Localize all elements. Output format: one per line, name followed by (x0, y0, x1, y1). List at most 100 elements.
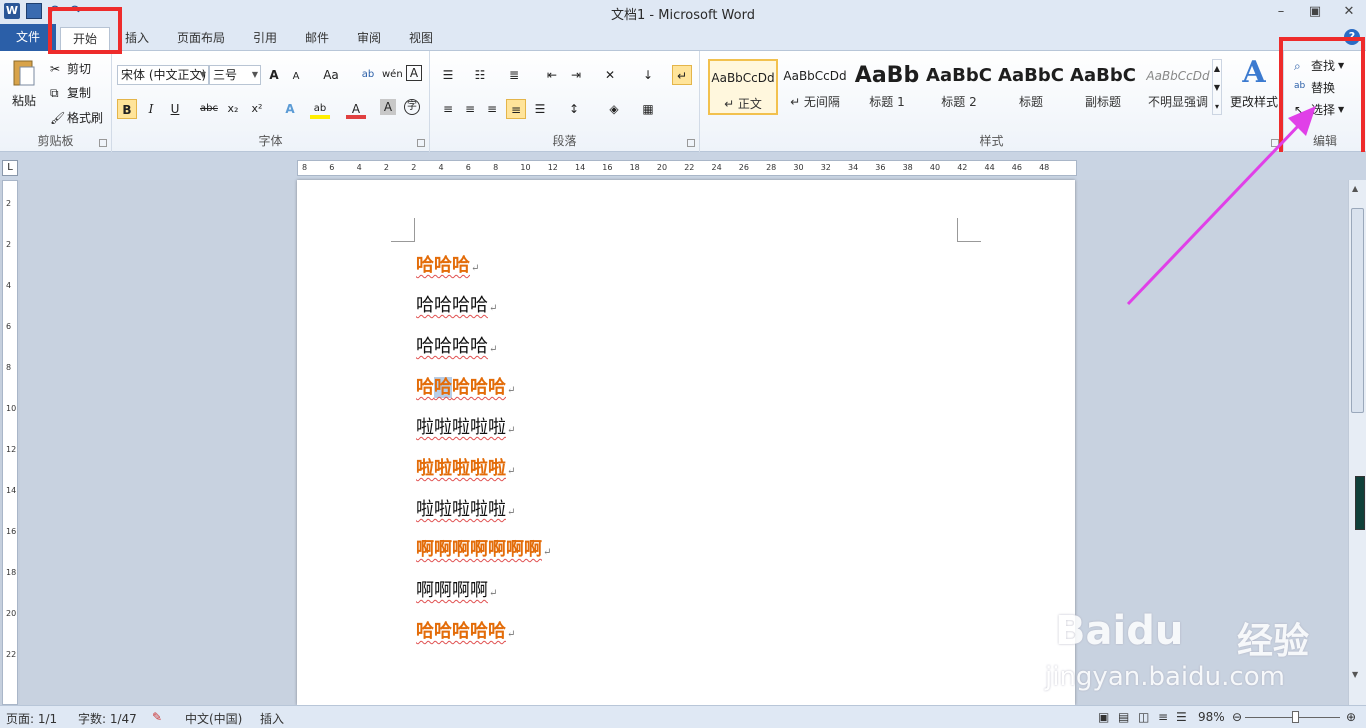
enclose-char-icon[interactable]: 字 (404, 99, 420, 115)
style-heading-2[interactable]: AaBbC 标题 2 (924, 59, 994, 115)
line-spacing-icon[interactable]: ↕ (564, 99, 584, 119)
horizontal-ruler[interactable]: 8 6 4 2 2 4 6 8 10 12 14 16 18 20 22 24 26 28 30 32 34 36 38 40… (297, 160, 1077, 176)
align-left-icon[interactable]: ≡ (438, 99, 458, 119)
char-shading-icon[interactable]: A (380, 99, 396, 115)
doc-line[interactable]: 哈哈哈哈哈↵ (416, 376, 515, 403)
vertical-ruler[interactable]: 2 2 4 6 8 10 12 14 16 18 20 22 (2, 180, 18, 705)
style-sample: AaBbCcDd (783, 69, 847, 83)
zoom-in-icon[interactable]: ⊕ (1346, 710, 1356, 724)
doc-line[interactable]: 啦啦啦啦啦↵ (416, 457, 515, 484)
doc-line[interactable]: 哈哈哈哈↵ (416, 335, 497, 362)
doc-line[interactable]: 啊啊啊啊啊啊啊↵ (416, 538, 551, 565)
style-title[interactable]: AaBbC 标题 (996, 59, 1066, 115)
font-color-icon[interactable]: A (346, 99, 366, 119)
ruler-tick-label: 14 (6, 486, 17, 495)
style-no-spacing[interactable]: AaBbCcDd ↵ 无间隔 (780, 59, 850, 115)
ruler-tick-label: 22 (684, 163, 695, 172)
web-layout-icon[interactable]: ◫ (1138, 710, 1149, 724)
doc-line[interactable]: 哈哈哈↵ (416, 254, 479, 281)
multilevel-list-icon[interactable]: ≣ (504, 65, 524, 85)
shading-icon[interactable]: ◈ (604, 99, 624, 119)
scroll-up-icon[interactable]: ▲ (1352, 184, 1358, 193)
cut-button[interactable]: ✂ 剪切 (50, 60, 91, 77)
zoom-level[interactable]: 98% (1198, 710, 1225, 724)
style-name: ↵ 无间隔 (790, 95, 840, 109)
ruler-tick-label: 2 (6, 240, 12, 249)
decrease-indent-icon[interactable]: ⇤ (542, 65, 562, 85)
close-button[interactable]: ✕ (1332, 0, 1366, 22)
strikethrough-button[interactable]: abc (199, 99, 219, 119)
style-subtitle[interactable]: AaBbC 副标题 (1068, 59, 1138, 115)
chinese-layout-icon[interactable]: ✕ (600, 65, 620, 85)
align-right-icon[interactable]: ≡ (482, 99, 502, 119)
font-launcher[interactable] (417, 139, 425, 147)
increase-indent-icon[interactable]: ⇥ (566, 65, 586, 85)
doc-line[interactable]: 哈哈哈哈↵ (416, 294, 497, 321)
restore-button[interactable]: ▣ (1298, 0, 1332, 22)
font-size-combo[interactable]: 三号 ▼ (209, 65, 261, 85)
clear-format-icon[interactable]: ab (358, 65, 378, 85)
char-border-icon[interactable]: A (406, 65, 422, 81)
zoom-out-icon[interactable]: ⊖ (1232, 710, 1242, 724)
subscript-button[interactable]: x₂ (223, 99, 243, 119)
style-normal[interactable]: AaBbCcDd ↵ 正文 (708, 59, 778, 115)
language[interactable]: 中文(中国) (185, 710, 242, 727)
doc-line[interactable]: 啊啊啊啊↵ (416, 579, 497, 606)
italic-button[interactable]: I (141, 99, 161, 119)
zoom-thumb[interactable] (1292, 711, 1299, 723)
paste-icon (13, 60, 35, 86)
show-marks-icon[interactable]: ↵ (672, 65, 692, 85)
style-heading-1[interactable]: AaBb 标题 1 (852, 59, 922, 115)
minimize-button[interactable]: – (1264, 0, 1298, 22)
tab-view[interactable]: 视图 (404, 27, 438, 51)
draft-view-icon[interactable]: ☰ (1176, 710, 1187, 724)
styles-launcher[interactable] (1271, 139, 1279, 147)
ruler-tick-label: 36 (875, 163, 886, 172)
print-layout-icon[interactable]: ▣ (1098, 710, 1109, 724)
bullets-icon[interactable]: ☰ (438, 65, 458, 85)
copy-button[interactable]: ⧉ 复制 (50, 84, 91, 101)
shrink-font-button[interactable]: A (286, 67, 306, 87)
reading-view-icon[interactable]: ▤ (1118, 710, 1129, 724)
page-count[interactable]: 页面: 1/1 (6, 710, 57, 727)
change-styles-button[interactable]: A 更改样式 (1228, 55, 1280, 110)
scroll-thumb[interactable] (1351, 208, 1364, 413)
justify-icon[interactable]: ≡ (506, 99, 526, 119)
change-case-button[interactable]: Aa (318, 65, 344, 85)
tab-references[interactable]: 引用 (248, 27, 282, 51)
vertical-scrollbar[interactable]: ▲ ▼ (1348, 180, 1366, 705)
word-count[interactable]: 字数: 1/47 (78, 710, 137, 727)
tab-review[interactable]: 审阅 (352, 27, 386, 51)
proofing-icon[interactable]: ✎ (152, 710, 162, 724)
align-center-icon[interactable]: ≡ (460, 99, 480, 119)
highlight-icon[interactable]: ab (310, 99, 330, 119)
document-page[interactable]: 哈哈哈↵ 哈哈哈哈↵ 哈哈哈哈↵ 哈哈哈哈哈↵ 啦啦啦啦啦↵ 啦啦啦啦啦↵ 啦啦… (297, 180, 1075, 705)
phonetic-icon[interactable]: wén (382, 65, 403, 85)
doc-line[interactable]: 啦啦啦啦啦↵ (416, 416, 515, 443)
text-effects-icon[interactable]: A (280, 99, 300, 119)
borders-icon[interactable]: ▦ (638, 99, 658, 119)
scroll-down-icon[interactable]: ▼ (1352, 670, 1358, 679)
paragraph-launcher[interactable] (687, 139, 695, 147)
tab-page-layout[interactable]: 页面布局 (172, 27, 230, 51)
insert-mode[interactable]: 插入 (260, 710, 284, 727)
grow-font-button[interactable]: A (264, 65, 284, 85)
tab-insert[interactable]: 插入 (120, 27, 154, 51)
tab-selector[interactable]: L (2, 160, 18, 176)
numbering-icon[interactable]: ☷ (470, 65, 490, 85)
style-gallery-scroll[interactable]: ▲ ▼ ▾ (1212, 59, 1222, 115)
font-name-combo[interactable]: 宋体 (中文正文) ▼ (117, 65, 209, 85)
doc-line[interactable]: 啦啦啦啦啦↵ (416, 498, 515, 525)
doc-line[interactable]: 哈哈哈哈哈↵ (416, 620, 515, 647)
sort-icon[interactable]: ↓ (638, 65, 658, 85)
tab-mailings[interactable]: 邮件 (300, 27, 334, 51)
clipboard-launcher[interactable] (99, 139, 107, 147)
paste-button[interactable]: 粘贴 (8, 57, 40, 109)
bold-button[interactable]: B (117, 99, 137, 119)
distributed-icon[interactable]: ☰ (530, 99, 550, 119)
underline-button[interactable]: U (165, 99, 185, 119)
format-painter-button[interactable]: 🖌 格式刷 (50, 109, 103, 126)
outline-view-icon[interactable]: ≡ (1158, 710, 1168, 724)
superscript-button[interactable]: x² (247, 99, 267, 119)
style-subtle-emphasis[interactable]: AaBbCcDd 不明显强调 (1140, 59, 1216, 115)
